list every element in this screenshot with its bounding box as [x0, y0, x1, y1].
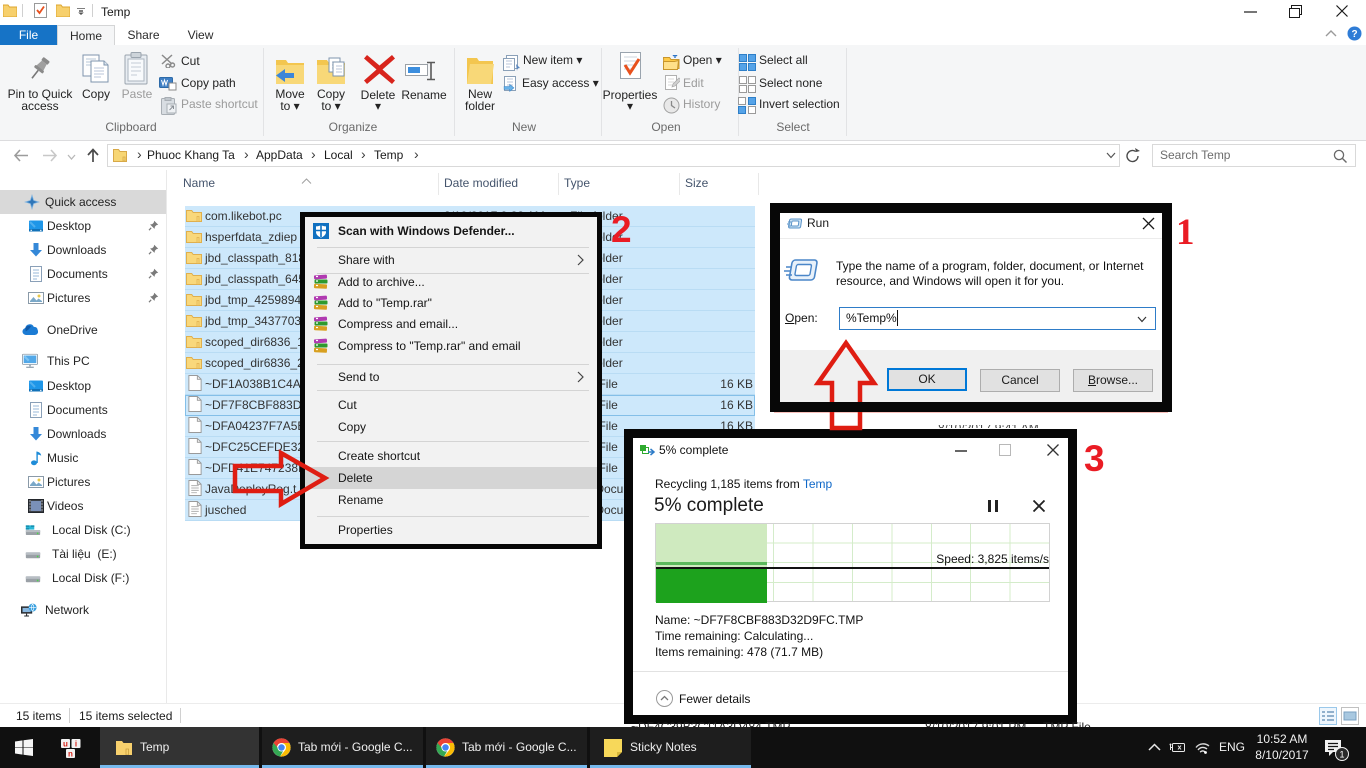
svg-text:1: 1 — [1339, 750, 1344, 760]
svg-text:?: ? — [1351, 29, 1357, 40]
svg-text:n: n — [68, 750, 73, 759]
svg-text:i: i — [75, 740, 77, 749]
svg-text:u: u — [63, 740, 68, 749]
